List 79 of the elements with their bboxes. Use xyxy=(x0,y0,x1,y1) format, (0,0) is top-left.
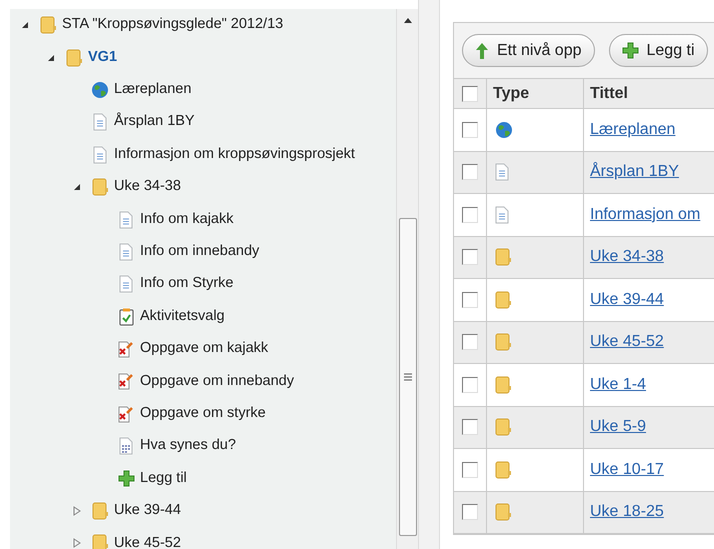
checkbox[interactable] xyxy=(462,376,478,393)
plus-icon xyxy=(118,470,134,488)
tree-item[interactable]: Aktivitetsvalg xyxy=(140,306,225,328)
checkbox[interactable] xyxy=(462,206,478,223)
tree-item[interactable]: Info om kajakk xyxy=(140,208,234,230)
folder-icon xyxy=(495,248,512,266)
folder-icon xyxy=(495,503,512,522)
checkbox[interactable] xyxy=(462,86,478,102)
checkbox[interactable] xyxy=(462,249,478,266)
column-header[interactable]: Tittel xyxy=(584,79,714,108)
assignment-icon xyxy=(118,372,134,390)
tree-item[interactable]: Uke 34-38 xyxy=(114,176,181,198)
tree-item[interactable]: VG1 xyxy=(88,46,118,68)
title-link[interactable]: Uke 1-4 xyxy=(590,372,646,397)
tree-item[interactable]: Oppgave om kajakk xyxy=(140,338,268,360)
title-link[interactable]: Årsplan 1BY xyxy=(590,160,679,184)
tree-item[interactable]: Oppgave om styrke xyxy=(140,403,266,425)
title-link[interactable]: Uke 39-44 xyxy=(590,288,664,312)
tree-item[interactable]: Legg til xyxy=(140,468,187,490)
tree-item[interactable]: Læreplanen xyxy=(114,79,192,101)
folder-icon xyxy=(495,460,512,479)
tree-item[interactable]: Årsplan 1BY xyxy=(114,111,195,134)
document-icon xyxy=(119,242,133,261)
folder-icon xyxy=(66,48,82,67)
document-icon xyxy=(495,206,509,224)
checkbox[interactable] xyxy=(462,334,478,350)
checkbox[interactable] xyxy=(462,164,478,180)
tree-item[interactable]: Informasjon om kroppsøvingsprosjekt xyxy=(114,144,355,166)
document-icon xyxy=(93,146,107,164)
document-icon xyxy=(495,163,509,182)
globe-icon xyxy=(91,80,109,99)
collapse-arrow-icon[interactable] xyxy=(21,21,29,30)
scroll-up-icon[interactable] xyxy=(404,17,412,23)
folder-icon xyxy=(92,534,108,549)
clipboard-check-icon xyxy=(118,308,134,326)
folder-icon xyxy=(495,290,512,309)
scrollbar-thumb[interactable] xyxy=(399,218,417,536)
tree-item[interactable]: Uke 39-44 xyxy=(114,500,181,522)
collapse-arrow-icon[interactable] xyxy=(73,183,81,192)
folder-icon xyxy=(495,418,512,436)
tree-item[interactable]: STA "Kroppsøvingsglede" 2012/13 xyxy=(62,14,284,36)
document-icon xyxy=(93,113,107,132)
scrollbar[interactable] xyxy=(396,9,418,549)
arrow-up-icon xyxy=(475,42,489,60)
tree-item[interactable]: Hva synes du? xyxy=(140,435,236,458)
checkbox[interactable] xyxy=(462,462,478,478)
title-link[interactable]: Læreplanen xyxy=(590,118,676,142)
assignment-icon xyxy=(118,404,134,423)
title-link[interactable]: Uke 18-25 xyxy=(590,500,664,524)
checkbox[interactable] xyxy=(462,504,478,520)
globe-icon xyxy=(495,120,513,139)
collapse-arrow-icon[interactable] xyxy=(47,54,55,62)
toolbar-button[interactable]: Ett nivå opp xyxy=(462,34,594,67)
document-icon xyxy=(119,210,133,229)
title-link[interactable]: Informasjon om xyxy=(590,202,700,227)
title-link[interactable]: Uke 34-38 xyxy=(590,245,664,270)
tree-item[interactable]: Uke 45-52 xyxy=(114,532,181,549)
survey-icon xyxy=(119,437,133,456)
folder-icon xyxy=(495,333,512,352)
expand-arrow-icon[interactable] xyxy=(73,538,81,548)
folder-icon xyxy=(495,376,512,394)
folder-icon xyxy=(40,16,56,34)
checkbox[interactable] xyxy=(462,292,478,308)
tree-item[interactable]: Info om innebandy xyxy=(140,241,260,263)
title-link[interactable]: Uke 10-17 xyxy=(590,458,664,482)
tree-item[interactable]: Info om Styrke xyxy=(140,273,234,296)
title-link[interactable]: Uke 45-52 xyxy=(590,330,664,354)
document-icon xyxy=(119,275,133,294)
checkbox[interactable] xyxy=(462,122,478,138)
assignment-icon xyxy=(118,340,134,358)
plus-icon xyxy=(622,42,638,59)
tree-item[interactable]: Oppgave om innebandy xyxy=(140,370,294,392)
title-link[interactable]: Uke 5-9 xyxy=(590,415,646,440)
folder-icon xyxy=(92,502,108,520)
toolbar-button[interactable]: Legg ti xyxy=(608,34,708,67)
expand-arrow-icon[interactable] xyxy=(73,506,81,516)
checkbox[interactable] xyxy=(462,419,478,436)
folder-icon xyxy=(92,178,108,196)
column-header[interactable]: Type xyxy=(487,79,584,108)
